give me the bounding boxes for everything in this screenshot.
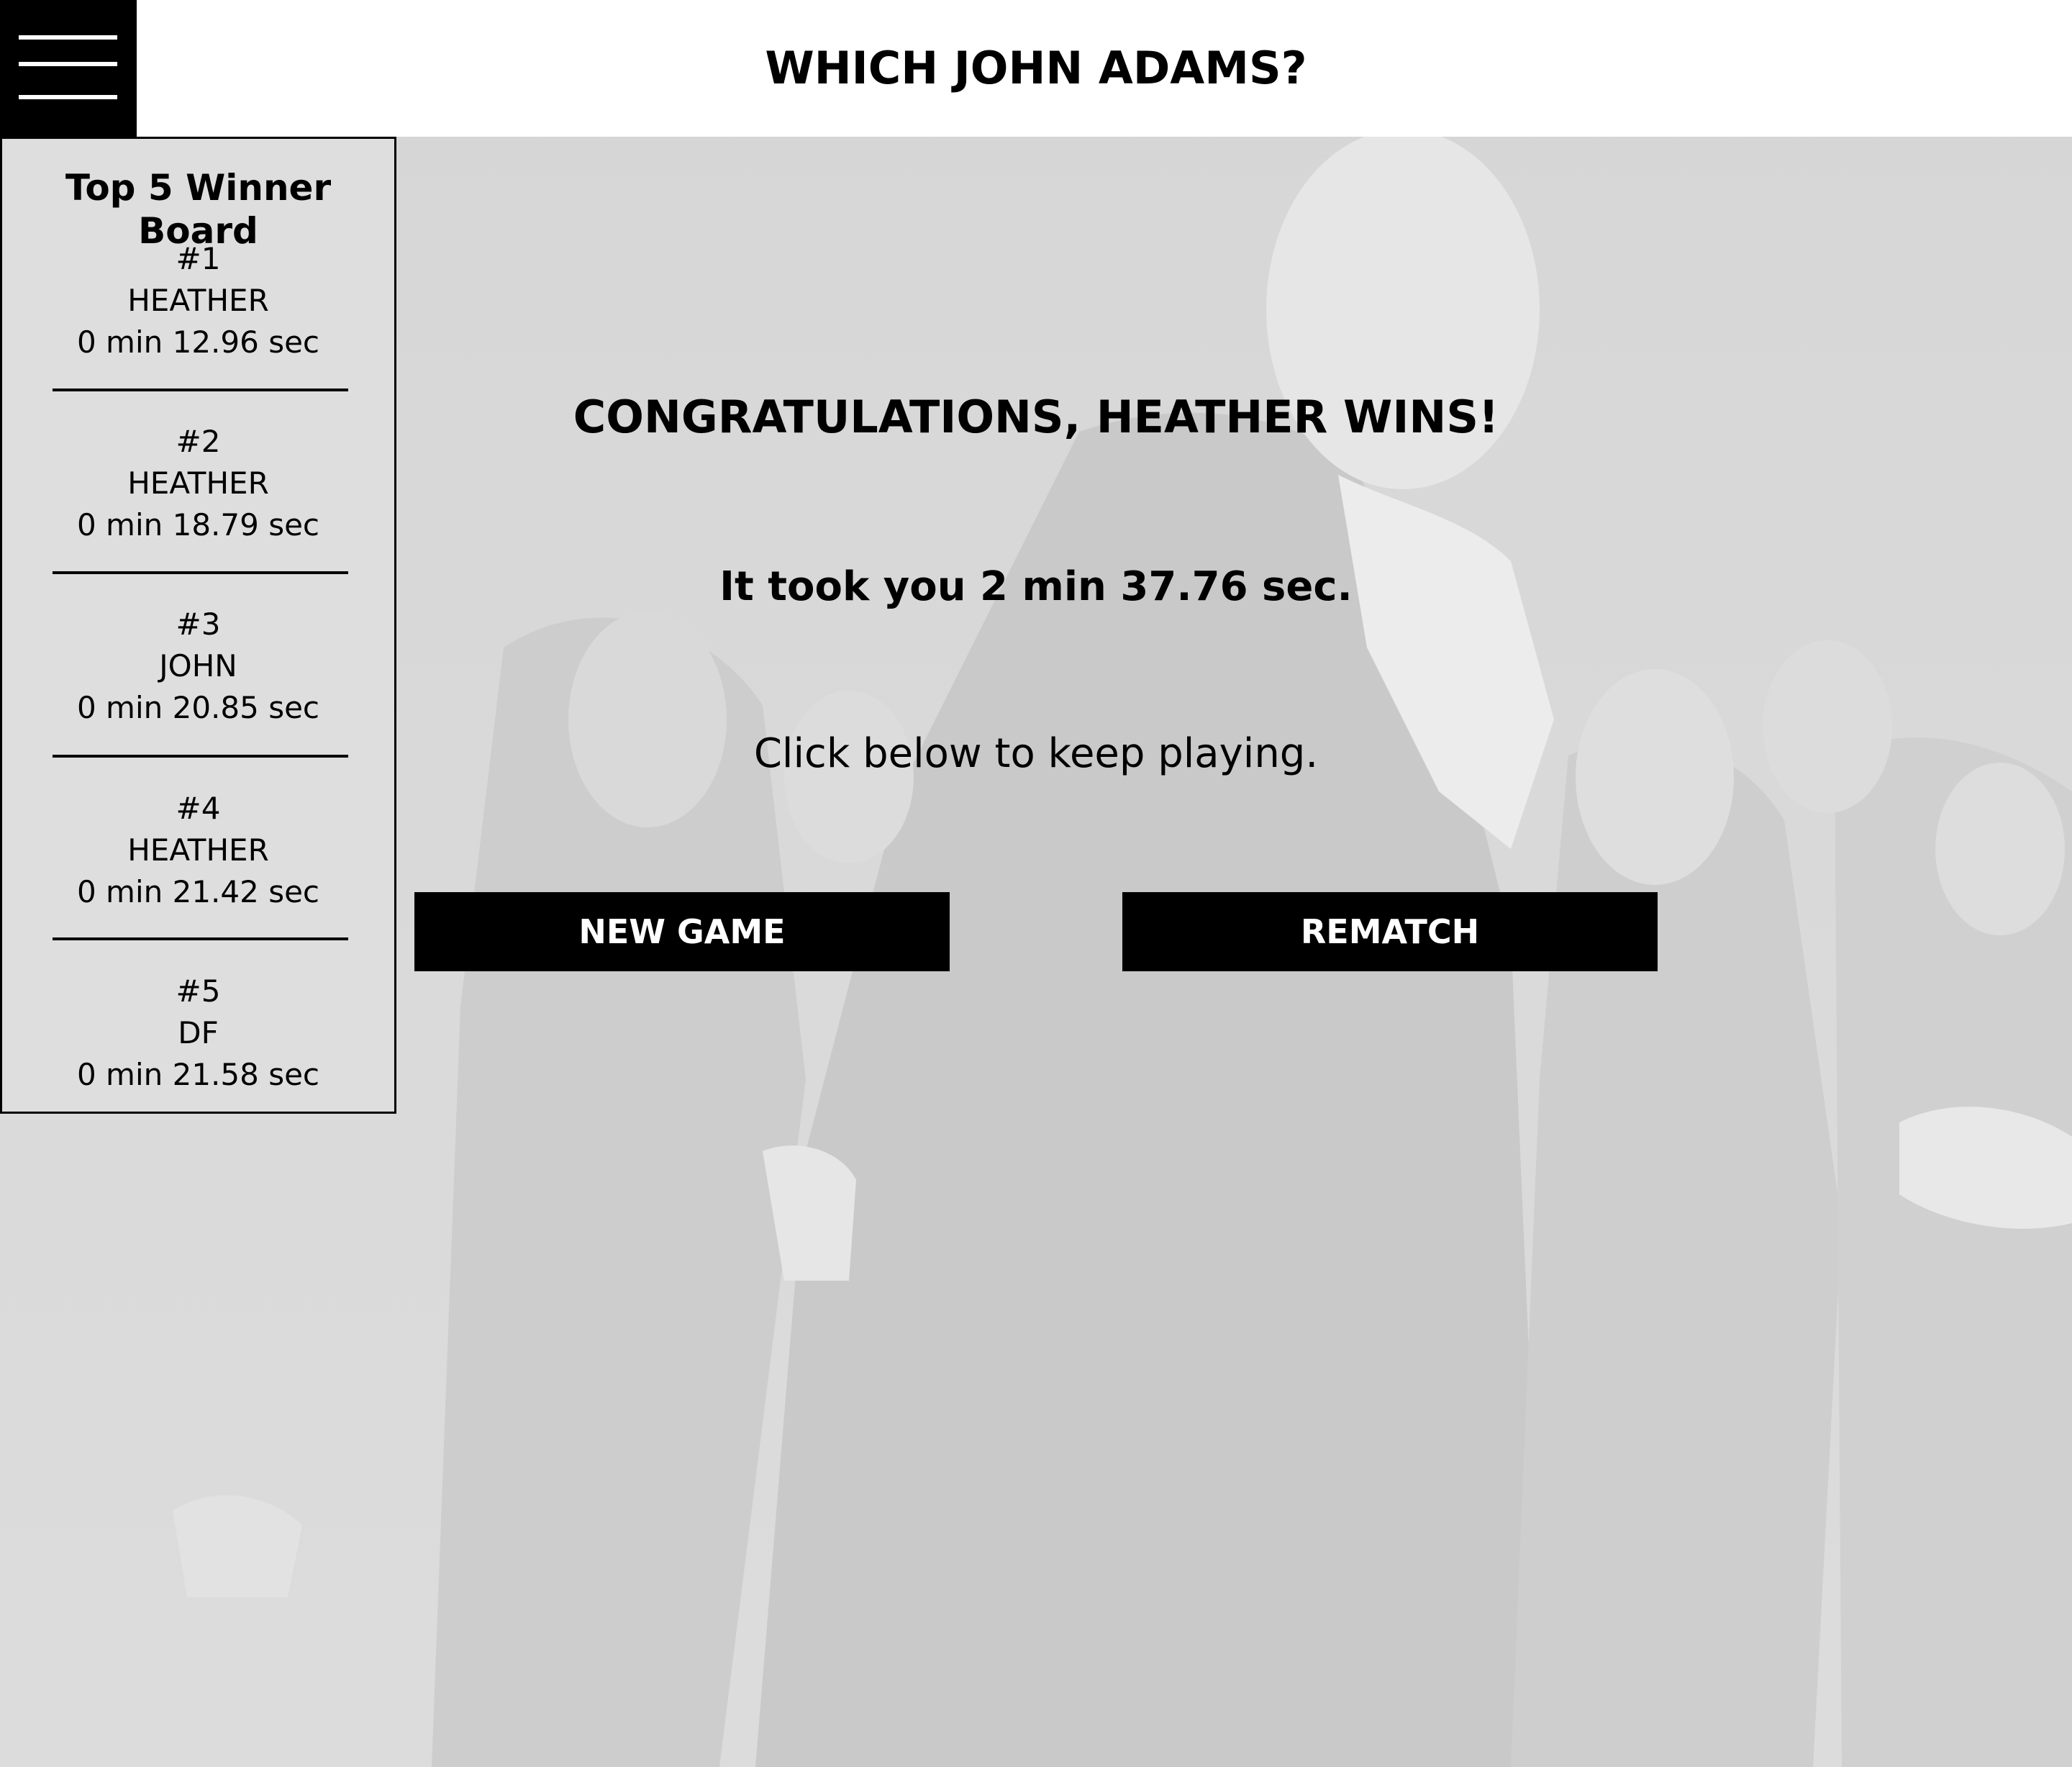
keep-playing-prompt: Click below to keep playing. xyxy=(753,730,1319,777)
winner-board: Top 5 Winner Board #1 HEATHER 0 min 12.9… xyxy=(0,137,396,1114)
winner-name: HEATHER xyxy=(127,465,269,501)
winner-divider xyxy=(53,937,348,940)
new-game-button[interactable]: NEW GAME xyxy=(414,892,950,971)
winner-time: 0 min 18.79 sec xyxy=(76,507,320,542)
winner-entry-5: #5 DF 0 min 21.58 sec xyxy=(2,971,394,1096)
winner-rank: #4 xyxy=(176,791,221,826)
elapsed-time-message: It took you 2 min 37.76 sec. xyxy=(719,563,1353,610)
top-header: WHICH JOHN ADAMS? xyxy=(0,0,2072,137)
winner-rank: #2 xyxy=(176,424,221,459)
winner-entry-1: #1 HEATHER 0 min 12.96 sec xyxy=(2,238,394,363)
winner-rank: #3 xyxy=(176,607,221,642)
winner-name: JOHN xyxy=(159,648,237,683)
win-headline: CONGRATULATIONS, HEATHER WINS! xyxy=(573,391,1499,443)
winner-time: 0 min 20.85 sec xyxy=(76,690,320,725)
winner-name: DF xyxy=(178,1015,219,1050)
rematch-button[interactable]: REMATCH xyxy=(1122,892,1658,971)
winner-time: 0 min 21.58 sec xyxy=(76,1057,320,1092)
winner-time: 0 min 12.96 sec xyxy=(76,324,320,360)
hamburger-menu-button[interactable] xyxy=(0,0,137,137)
winner-divider xyxy=(53,389,348,391)
page-title: WHICH JOHN ADAMS? xyxy=(765,42,1307,94)
winner-divider xyxy=(53,755,348,758)
winner-rank: #1 xyxy=(176,241,221,276)
winner-entry-3: #3 JOHN 0 min 20.85 sec xyxy=(2,604,394,729)
winner-rank: #5 xyxy=(176,973,221,1009)
winner-divider xyxy=(53,571,348,574)
winner-entry-4: #4 HEATHER 0 min 21.42 sec xyxy=(2,788,394,913)
winner-name: HEATHER xyxy=(127,832,269,868)
winner-entry-2: #2 HEATHER 0 min 18.79 sec xyxy=(2,421,394,546)
winner-name: HEATHER xyxy=(127,283,269,318)
winner-time: 0 min 21.42 sec xyxy=(76,874,320,909)
